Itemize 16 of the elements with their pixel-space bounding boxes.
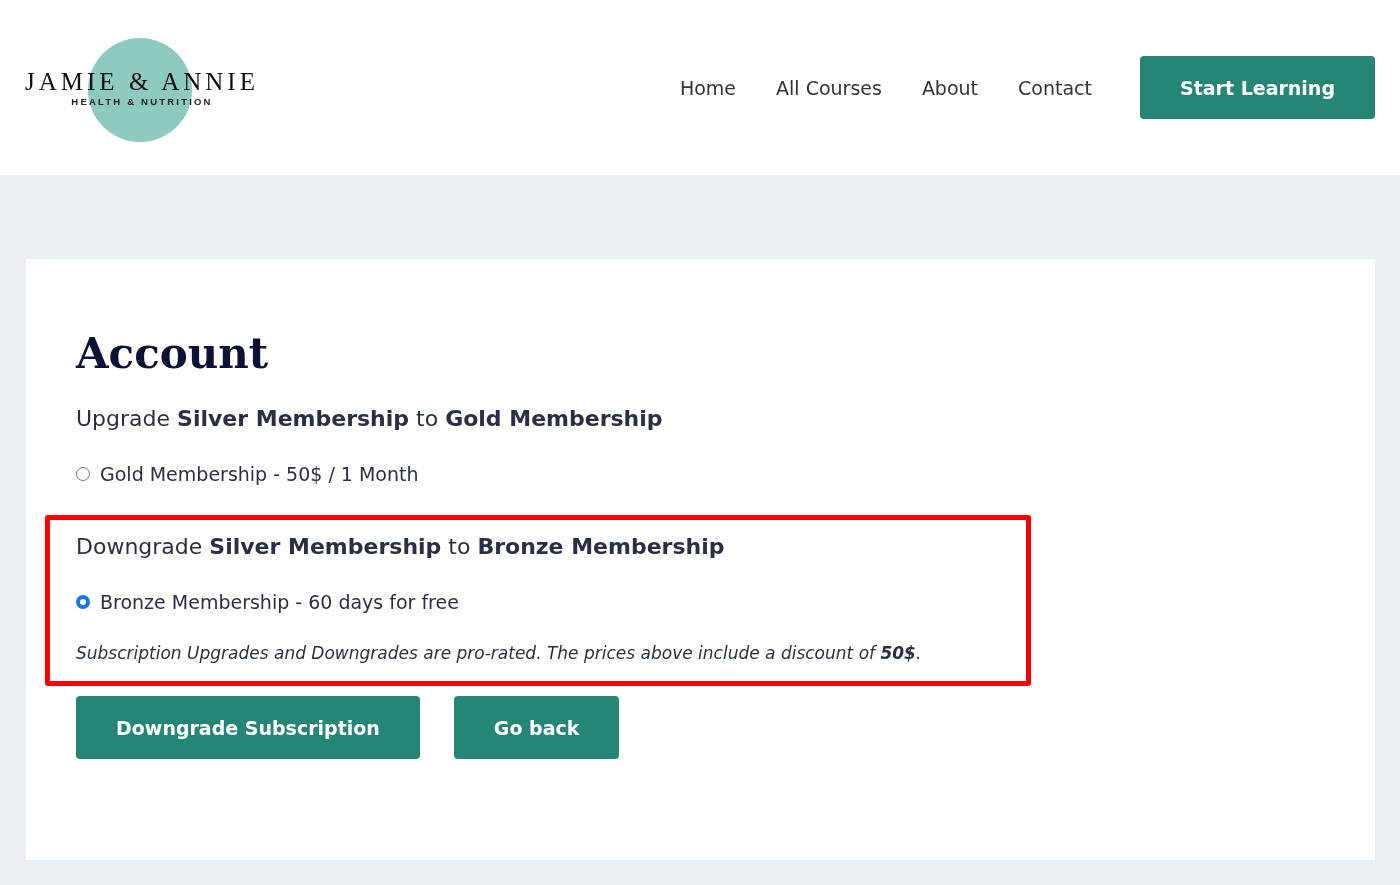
radio-button[interactable]	[76, 595, 90, 609]
nav-link[interactable]: All Courses	[776, 76, 882, 99]
option-label: Bronze Membership - 60 days for free	[100, 591, 459, 613]
note-text: Subscription Upgrades and Downgrades are pro-rated. The prices above include a discount of 50$.	[76, 643, 923, 663]
nav-link[interactable]: About	[921, 76, 979, 99]
section-heading: Downgrade Silver Membership to Bronze Membership	[76, 534, 726, 559]
nav-link[interactable]: Contact	[1018, 76, 1092, 99]
action-button[interactable]: Downgrade Subscription	[76, 696, 420, 759]
option-label: Gold Membership - 50$ / 1 Month	[100, 463, 419, 485]
action-button[interactable]: Go back	[453, 696, 620, 759]
logo-name: JAMIE & ANNIE	[25, 68, 259, 96]
section-heading: Upgrade Silver Membership to Gold Membership	[76, 406, 664, 431]
radio-button[interactable]	[76, 467, 90, 481]
start-learning-button[interactable]: Start Learning	[1140, 56, 1375, 119]
nav-link[interactable]: Home	[679, 76, 737, 99]
page-title: Account	[76, 329, 270, 378]
